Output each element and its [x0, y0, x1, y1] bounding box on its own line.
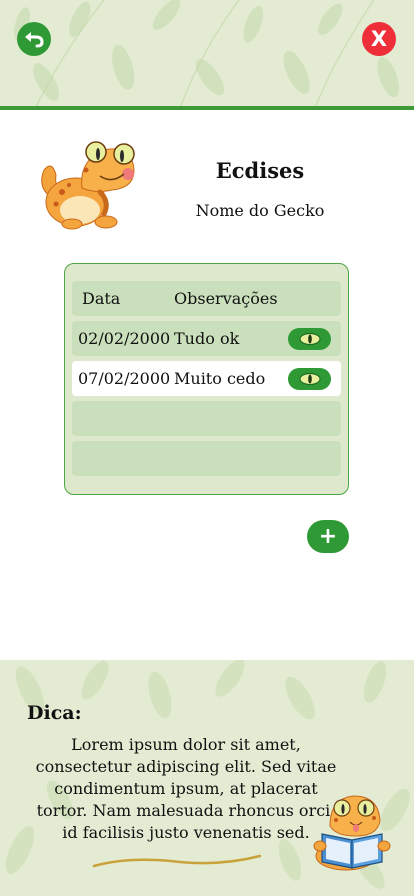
row-date: 07/02/2000 — [78, 369, 171, 388]
shedding-table: Data Observações 02/02/2000 Tudo ok 07/0… — [64, 263, 349, 495]
column-header-notes: Observações — [174, 289, 278, 308]
eye-icon — [298, 332, 321, 345]
eye-icon — [298, 372, 321, 385]
row-note: Tudo ok — [174, 329, 240, 348]
tip-title: Dica: — [27, 702, 82, 724]
table-row-empty — [72, 441, 341, 476]
page-title: Ecdises — [215, 158, 305, 183]
table-row-empty — [72, 401, 341, 436]
gecko-mascot-illustration — [41, 141, 135, 230]
close-button[interactable]: X — [362, 22, 396, 56]
back-button[interactable] — [17, 22, 51, 56]
table-row: 02/02/2000 Tudo ok — [72, 321, 341, 356]
reading-gecko-illustration — [313, 795, 391, 871]
header-banner: X — [0, 0, 414, 110]
table-row: 07/02/2000 Muito cedo — [72, 361, 341, 396]
view-entry-button[interactable] — [288, 367, 331, 390]
leaf-pattern-decoration — [14, 0, 400, 106]
row-note: Muito cedo — [174, 369, 266, 388]
tip-text: Lorem ipsum dolor sit amet, consectetur … — [35, 735, 337, 842]
back-arrow-icon — [25, 32, 44, 48]
swoosh-decoration — [92, 854, 262, 868]
row-date: 02/02/2000 — [78, 329, 171, 348]
table-header-row: Data Observações — [72, 281, 341, 316]
close-icon: X — [370, 26, 388, 51]
gecko-name: Nome do Gecko — [195, 201, 325, 220]
plus-icon: + — [318, 523, 338, 549]
column-header-date: Data — [82, 289, 121, 308]
view-entry-button[interactable] — [288, 327, 331, 350]
add-entry-button[interactable]: + — [307, 520, 349, 553]
